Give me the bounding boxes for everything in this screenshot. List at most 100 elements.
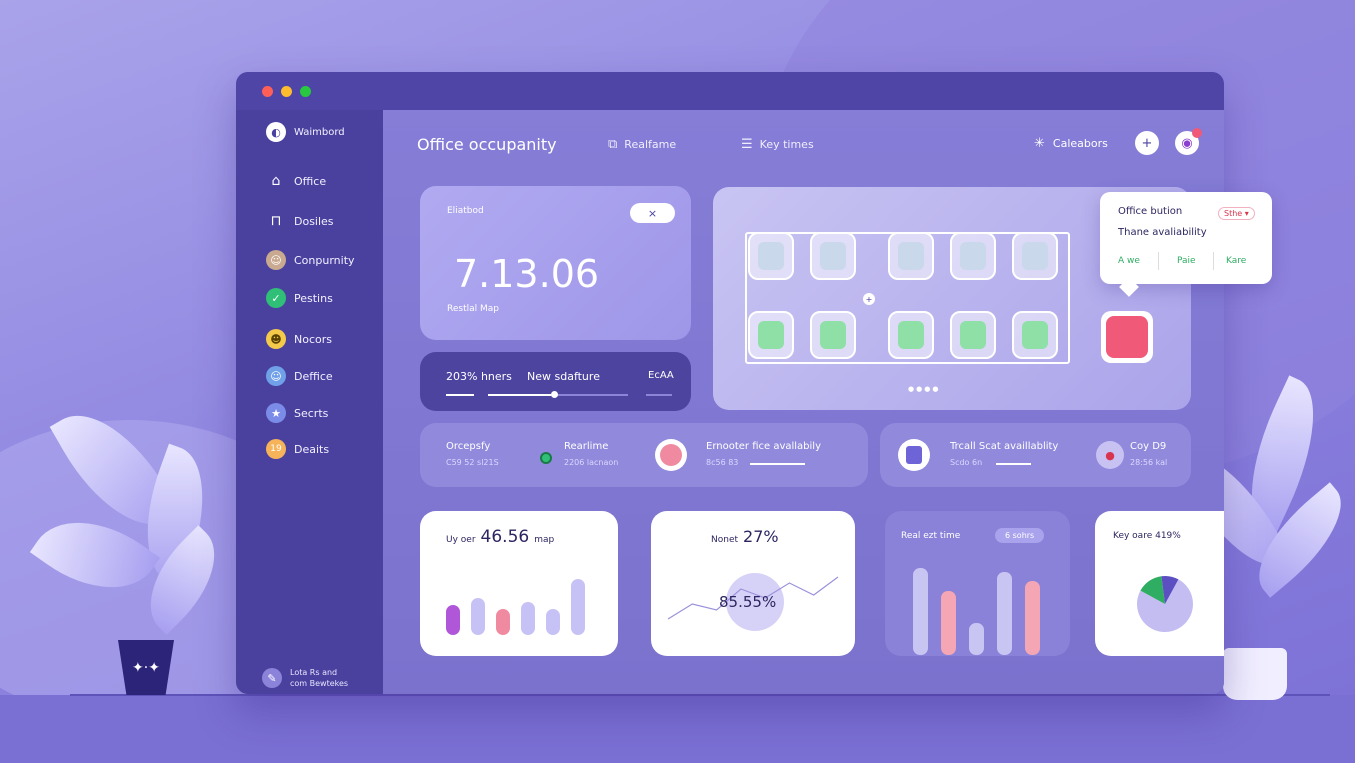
seat-map-center-marker[interactable]: +	[863, 293, 875, 305]
progress-handle[interactable]	[551, 391, 558, 398]
info-item-4-bar	[996, 463, 1031, 465]
chart-card-1[interactable]: Uy oer 46.56 map	[420, 511, 618, 656]
pagination-dots[interactable]: ●●●●	[908, 385, 940, 393]
add-user-button[interactable]: +	[1135, 131, 1159, 155]
footer-line-1: Lota Rs and	[290, 668, 338, 677]
progress-slider[interactable]	[488, 391, 628, 398]
smile-avatar-icon: ☻	[266, 329, 286, 349]
seat[interactable]	[1012, 232, 1058, 280]
sidebar-item-office[interactable]: ⌂ Office	[266, 170, 327, 192]
minimize-window-button[interactable]	[281, 86, 292, 97]
seat[interactable]	[950, 311, 996, 359]
seat-alert[interactable]	[1101, 311, 1153, 363]
chart-card-4[interactable]: Key oare 419%	[1095, 511, 1224, 656]
plant-left: ✦·✦	[29, 390, 238, 700]
chart-bar[interactable]	[1025, 581, 1040, 655]
sidebar-item-deffice[interactable]: ☺ Deffice	[266, 365, 333, 387]
seat[interactable]	[950, 232, 996, 280]
desk-icon: ⊓	[270, 213, 282, 229]
chart-card-2[interactable]: Nonet 27% 85.55%	[651, 511, 855, 656]
chart-3-label: Real ezt time	[901, 531, 961, 541]
popup-option-1[interactable]: A we	[1118, 256, 1140, 266]
seat-fill	[820, 321, 846, 349]
info-item-3-sub: 8c56 83	[706, 458, 739, 467]
plant-pot: ✦·✦	[118, 640, 174, 695]
chart-bar[interactable]	[969, 623, 984, 655]
live-status-icon	[540, 452, 552, 464]
collaborators-link[interactable]: ✳ Caleabors	[1034, 136, 1108, 151]
bell-icon: ◉	[1181, 135, 1193, 151]
progress-label-2: New sdafture	[527, 370, 600, 383]
info-item-1-title: Orcepsfy	[446, 441, 491, 452]
pin-icon: ✎	[262, 668, 282, 688]
office-icon: ⌂	[271, 173, 281, 189]
office-popup: Office bution Sthe ▾ Thane avaliability …	[1100, 192, 1272, 297]
chart-2-header: Nonet 27%	[711, 527, 779, 546]
info-item-4-title: Trcall Scat availlablity	[950, 441, 1059, 452]
progress-track[interactable]	[446, 394, 474, 396]
seat-shape-icon	[898, 439, 930, 471]
brand-logo-icon: ◐	[266, 122, 286, 142]
info-item-4-sub: Scdo 6n	[950, 458, 983, 467]
chart-bar[interactable]	[913, 568, 928, 655]
seat-alert-fill	[1106, 316, 1148, 358]
close-window-button[interactable]	[262, 86, 273, 97]
stat-card-sublabel: Restlal Map	[447, 304, 499, 314]
sidebar-item-secrts[interactable]: ★ Secrts	[266, 402, 328, 424]
chart-card-3[interactable]: Real ezt time 6 sohrs	[885, 511, 1070, 656]
seat-fill	[960, 321, 986, 349]
sidebar-brand[interactable]: ◐ Waimbord	[266, 121, 345, 143]
info-item-5-sub: 28:56 kal	[1130, 458, 1168, 467]
sidebar-item-nocors[interactable]: ☻ Nocors	[266, 328, 332, 350]
image-icon: ⧉	[608, 137, 618, 152]
sidebar-item-deaits[interactable]: 19 Deaits	[266, 438, 329, 460]
chart-bar[interactable]	[446, 605, 460, 635]
sparkle-icon: ✦·✦	[132, 659, 160, 676]
notifications-button[interactable]: ◉	[1175, 128, 1202, 155]
seat-fill	[1022, 321, 1048, 349]
sidebar-footer[interactable]: ✎ Lota Rs and com Bewtekes	[262, 667, 348, 689]
popup-option-2[interactable]: Paie	[1177, 256, 1196, 266]
sidebar-item-label: Nocors	[294, 332, 332, 346]
stat-card[interactable]: Eliatbod × 7.13.06 Restlal Map	[420, 186, 691, 340]
chart-bar[interactable]	[546, 609, 560, 635]
chart-bar[interactable]	[997, 572, 1012, 655]
progress-card[interactable]: 203% hners New sdafture EcAA	[420, 352, 691, 411]
floor-line	[70, 694, 1330, 696]
info-item-1-sub: C59 52 sl21S	[446, 458, 499, 467]
chart-bar[interactable]	[521, 602, 535, 635]
chart-1-header: Uy oer 46.56 map	[446, 527, 554, 547]
seat[interactable]	[888, 232, 934, 280]
progress-label-1: 203% hners	[446, 370, 512, 383]
sidebar-item-dosiles[interactable]: ⊓ Dosiles	[266, 210, 334, 232]
chart-bar[interactable]	[571, 579, 585, 635]
sidebar-item-community[interactable]: ☺ Conpurnity	[266, 249, 355, 271]
chart-3-badge[interactable]: 6 sohrs	[995, 528, 1045, 543]
check-badge-icon: ✓	[266, 288, 286, 308]
chart-2-center-value: 85.55%	[719, 593, 777, 611]
popup-badge[interactable]: Sthe ▾	[1218, 207, 1255, 220]
seat-fill	[758, 321, 784, 349]
tab-realfame[interactable]: ⧉ Realfame	[608, 137, 676, 152]
progress-fill	[488, 394, 551, 396]
chart-bar[interactable]	[496, 609, 510, 635]
seat[interactable]	[748, 232, 794, 280]
chart-bar[interactable]	[471, 598, 485, 635]
sidebar-item-label: Deaits	[294, 442, 330, 456]
tab-key-times[interactable]: ☰ Key times	[741, 137, 814, 152]
seat[interactable]	[748, 311, 794, 359]
popup-option-3[interactable]: Kare	[1226, 256, 1246, 266]
asterisk-icon: ✳	[1034, 136, 1045, 151]
popup-title: Office bution	[1118, 206, 1183, 217]
seat[interactable]	[810, 232, 856, 280]
chart-bar[interactable]	[941, 591, 956, 655]
maximize-window-button[interactable]	[300, 86, 311, 97]
seat-fill	[898, 242, 924, 270]
chart-4-pie	[1137, 576, 1194, 633]
stat-card-toggle[interactable]: ×	[630, 203, 675, 223]
sidebar-item-pestins[interactable]: ✓ Pestins	[266, 287, 333, 309]
notification-badge	[1192, 128, 1202, 138]
seat[interactable]	[810, 311, 856, 359]
seat[interactable]	[888, 311, 934, 359]
seat[interactable]	[1012, 311, 1058, 359]
